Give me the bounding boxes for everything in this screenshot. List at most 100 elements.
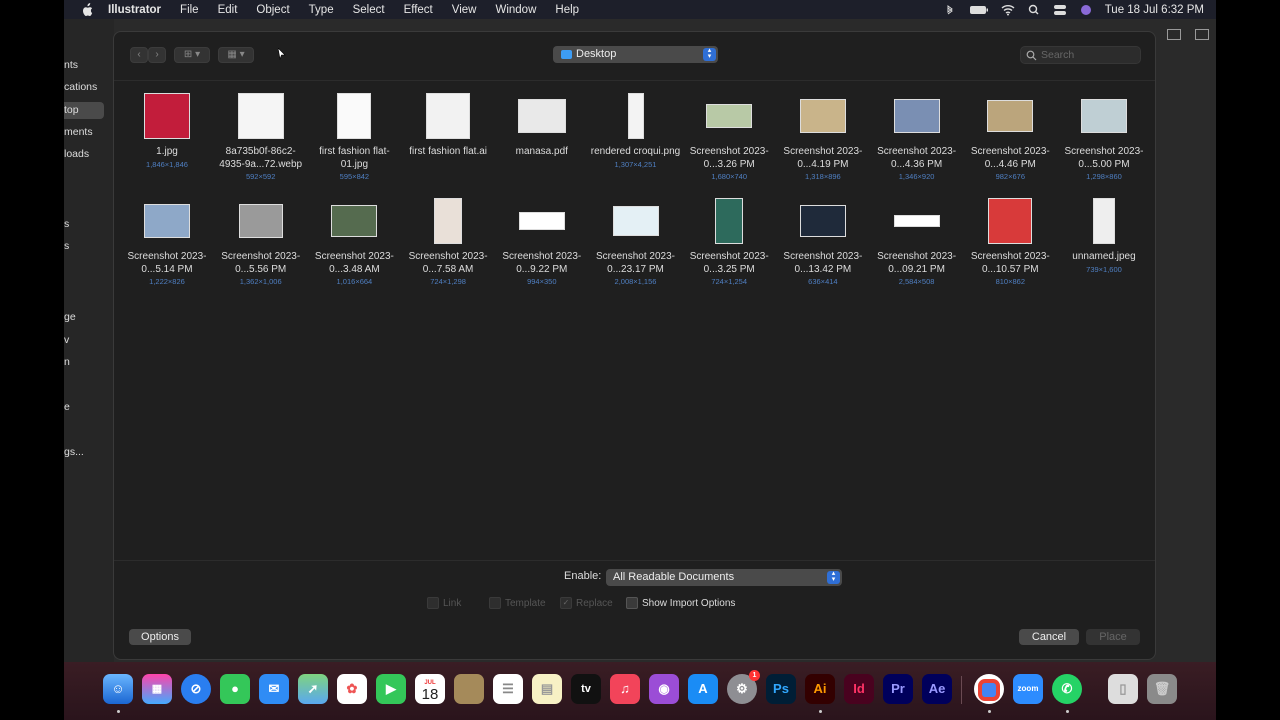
launchpad-icon[interactable]: ▦ — [142, 674, 172, 704]
sidebar-item-10[interactable]: n — [64, 354, 70, 371]
menu-type[interactable]: Type — [309, 4, 334, 16]
sidebar-item-recents[interactable]: nts — [64, 57, 78, 74]
mail-icon[interactable]: ✉ — [259, 674, 289, 704]
file-item[interactable]: Screenshot 2023-0...23.17 PM 2,008×1,156 — [589, 197, 683, 287]
menu-object[interactable]: Object — [256, 4, 289, 16]
file-item[interactable]: Screenshot 2023-0...4.19 PM 1,318×896 — [776, 92, 870, 182]
place-button[interactable]: Place — [1086, 629, 1140, 645]
premiere-icon[interactable]: Pr — [883, 674, 913, 704]
file-item[interactable]: Screenshot 2023-0...7.58 AM 724×1,298 — [401, 197, 495, 287]
file-item[interactable]: rendered croqui.png 1,307×4,251 — [589, 92, 683, 182]
menu-view[interactable]: View — [452, 4, 477, 16]
cancel-button[interactable]: Cancel — [1019, 629, 1079, 645]
system-settings-icon[interactable]: ⚙ 1 — [727, 670, 760, 704]
photoshop-icon[interactable]: Ps — [766, 674, 796, 704]
group-view-button[interactable]: ▦ ▾ — [218, 47, 254, 63]
file-item[interactable]: Screenshot 2023-0...5.00 PM 1,298×860 — [1057, 92, 1151, 182]
indesign-icon[interactable]: Id — [844, 674, 874, 704]
file-item[interactable]: Screenshot 2023-0...10.57 PM 810×862 — [963, 197, 1057, 287]
file-item[interactable]: first fashion flat-01.jpg 595×842 — [307, 92, 401, 182]
sidebar-item-desktop[interactable]: top — [64, 102, 104, 119]
podcasts-icon[interactable]: ◉ — [649, 674, 679, 704]
file-item[interactable]: Screenshot 2023-0...5.14 PM 1,222×826 — [120, 197, 214, 287]
sidebar-item-9[interactable]: v — [64, 332, 69, 349]
forward-button[interactable]: › — [148, 47, 166, 63]
file-item[interactable]: manasa.pdf — [495, 92, 589, 182]
file-item[interactable]: Screenshot 2023-0...3.48 AM 1,016×664 — [307, 197, 401, 287]
photos-icon[interactable]: ✿ — [337, 674, 367, 704]
sidebar-item-12[interactable]: gs... — [64, 444, 84, 461]
replace-checkbox[interactable]: ✓ Replace — [560, 597, 613, 609]
location-popup[interactable]: Desktop ▴ ▾ — [553, 46, 718, 63]
file-item[interactable]: Screenshot 2023-0...9.22 PM 994×350 — [495, 197, 589, 287]
sidebar-item-applications[interactable]: cations — [64, 79, 97, 96]
sidebar-item-7[interactable]: s — [64, 238, 69, 255]
menu-file[interactable]: File — [180, 4, 199, 16]
safari-icon[interactable]: ⊘ — [181, 674, 211, 704]
zoom-icon[interactable]: zoom — [1013, 674, 1043, 704]
link-checkbox[interactable]: Link — [427, 597, 461, 609]
menu-app-name[interactable]: Illustrator — [108, 4, 161, 16]
spotlight-search-icon[interactable] — [1027, 4, 1041, 16]
control-center-icon[interactable] — [1053, 4, 1067, 16]
options-button[interactable]: Options — [129, 629, 191, 645]
messages-icon[interactable]: ● — [220, 674, 250, 704]
dialog-toolbar: ‹ › ⊞ ▾ ▦ ▾ Desktop ▴ ▾ Search — [114, 32, 1155, 81]
trash-icon[interactable]: 🗑 — [1147, 674, 1177, 704]
menu-window[interactable]: Window — [495, 4, 536, 16]
battery-icon[interactable] — [969, 4, 989, 16]
sidebar-item-8[interactable]: ge — [64, 309, 76, 326]
facetime-icon[interactable]: ▶ — [376, 674, 406, 704]
file-item[interactable]: Screenshot 2023-0...13.42 PM 636×414 — [776, 197, 870, 287]
file-item[interactable]: Screenshot 2023-0...5.56 PM 1,362×1,006 — [214, 197, 308, 287]
file-item[interactable]: Screenshot 2023-0...09.21 PM 2,584×508 — [870, 197, 964, 287]
app-store-icon[interactable]: A — [688, 674, 718, 704]
notes-app-icon[interactable] — [454, 674, 484, 704]
sidebar-item-documents[interactable]: ments — [64, 124, 93, 141]
apple-tv-icon[interactable]: tv — [571, 674, 601, 704]
illustrator-icon[interactable]: Ai — [805, 674, 835, 704]
checkbox-box — [626, 597, 638, 609]
file-item[interactable]: Screenshot 2023-0...4.46 PM 982×676 — [963, 92, 1057, 182]
music-icon[interactable]: ♫ — [610, 674, 640, 704]
file-item[interactable]: unnamed.jpeg 739×1,600 — [1057, 197, 1151, 287]
notes-icon[interactable]: ▤ — [532, 674, 562, 704]
bluetooth-icon[interactable] — [943, 4, 957, 16]
file-item[interactable]: Screenshot 2023-0...4.36 PM 1,346×920 — [870, 92, 964, 182]
chrome-icon[interactable] — [974, 674, 1004, 704]
file-name: Screenshot 2023-0...3.26 PM 1,680×740 — [682, 146, 776, 182]
wifi-icon[interactable] — [1001, 4, 1015, 16]
apple-menu-icon[interactable] — [80, 2, 94, 17]
after-effects-icon[interactable]: Ae — [922, 674, 952, 704]
file-item[interactable]: Screenshot 2023-0...3.26 PM 1,680×740 — [682, 92, 776, 182]
sidebar-item-11[interactable]: e — [64, 399, 70, 416]
panel-layout-icon[interactable] — [1195, 29, 1209, 40]
show-import-options-checkbox[interactable]: Show Import Options — [626, 597, 735, 609]
file-item[interactable]: Screenshot 2023-0...3.25 PM 724×1,254 — [682, 197, 776, 287]
menu-select[interactable]: Select — [353, 4, 385, 16]
whatsapp-icon[interactable]: ✆ — [1052, 674, 1082, 704]
file-item[interactable]: 8a735b0f-86c2-4935-9a...72.webp 592×592 — [214, 92, 308, 182]
documents-stack-icon[interactable]: ▯ — [1108, 674, 1138, 704]
menu-help[interactable]: Help — [555, 4, 579, 16]
search-field[interactable]: Search — [1020, 46, 1141, 64]
enable-select[interactable]: All Readable Documents ▴ ▾ — [606, 569, 842, 586]
icon-view-button[interactable]: ⊞ ▾ — [174, 47, 210, 63]
sidebar-item-6[interactable]: s — [64, 216, 69, 233]
menu-effect[interactable]: Effect — [404, 4, 433, 16]
file-item[interactable]: 1.jpg 1,846×1,846 — [120, 92, 214, 182]
sidebar-item-downloads[interactable]: loads — [64, 146, 89, 163]
clock[interactable]: Tue 18 Jul 6:32 PM — [1105, 4, 1204, 16]
reminders-icon[interactable]: ☰ — [493, 674, 523, 704]
siri-icon[interactable] — [1079, 4, 1093, 16]
file-name: Screenshot 2023-0...5.56 PM 1,362×1,006 — [214, 251, 308, 287]
file-item[interactable]: first fashion flat.ai — [401, 92, 495, 182]
finder-icon[interactable]: ☺ — [103, 674, 133, 704]
menu-edit[interactable]: Edit — [218, 4, 238, 16]
location-label: Desktop — [576, 48, 617, 60]
template-checkbox[interactable]: Template — [489, 597, 546, 609]
calendar-icon[interactable]: JUL 18 — [415, 674, 445, 704]
panel-toggle-icon[interactable] — [1167, 29, 1181, 40]
back-button[interactable]: ‹ — [130, 47, 148, 63]
maps-icon[interactable]: ➚ — [298, 674, 328, 704]
